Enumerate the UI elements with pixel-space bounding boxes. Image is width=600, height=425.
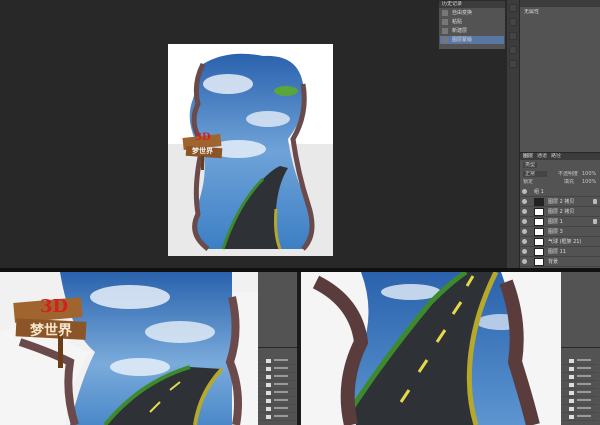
mini-layer-row[interactable] bbox=[260, 398, 295, 405]
layer-row[interactable]: 背景 bbox=[520, 257, 600, 267]
poster-detail-left bbox=[0, 272, 258, 425]
mini-layer-row[interactable] bbox=[260, 406, 295, 413]
layer-row[interactable]: 图层 11 bbox=[520, 247, 600, 257]
history-item-paste[interactable]: 粘贴 bbox=[440, 18, 504, 26]
history-tab[interactable]: 历史记录 bbox=[442, 1, 462, 7]
mini-layer-row[interactable] bbox=[563, 366, 598, 373]
eye-icon[interactable] bbox=[522, 209, 527, 214]
sign-text-3d-detail: 3D bbox=[40, 296, 69, 317]
mini-layer-row[interactable] bbox=[260, 366, 295, 373]
layer-thumbnail bbox=[534, 208, 544, 216]
eye-icon[interactable] bbox=[522, 219, 527, 224]
layer-thumbnail bbox=[534, 228, 544, 236]
eye-icon[interactable] bbox=[522, 199, 527, 204]
fill-value[interactable]: 100% bbox=[582, 179, 596, 185]
layer-kind-filter[interactable]: 类型 bbox=[523, 162, 538, 168]
opacity-value[interactable]: 100% bbox=[582, 171, 596, 177]
history-item-new-layer[interactable]: 新建层 bbox=[440, 27, 504, 35]
history-item-layer-mask[interactable]: 图层蒙版 bbox=[440, 36, 504, 44]
history-panel: 历史记录 自由变换 粘贴 新建层 图层蒙版 bbox=[438, 0, 506, 50]
layer-group-row[interactable]: 组 1 bbox=[520, 187, 600, 197]
history-step-icon bbox=[442, 28, 448, 34]
adjustments-panel-icon[interactable] bbox=[509, 46, 517, 54]
mini-layer-row[interactable] bbox=[260, 374, 295, 381]
sign-text-3d: 3D bbox=[195, 132, 211, 143]
poster-detail-right bbox=[301, 272, 561, 425]
mini-layers-panel bbox=[258, 348, 297, 425]
layer-thumbnail bbox=[534, 258, 544, 266]
layer-thumbnail bbox=[534, 218, 544, 226]
history-step-icon bbox=[442, 37, 448, 43]
mini-layer-row[interactable] bbox=[260, 358, 295, 365]
document-canvas[interactable]: 3D 梦世界 bbox=[168, 44, 333, 256]
layer-thumbnail bbox=[534, 198, 544, 206]
lock-icon bbox=[593, 219, 597, 224]
eye-icon[interactable] bbox=[522, 189, 527, 194]
photoshop-window: 3D 梦世界 历史记录 自由变换 粘贴 新建层 图层蒙版 无属性 图层 通道 路… bbox=[0, 0, 600, 268]
opacity-label: 不透明度 bbox=[558, 171, 579, 177]
properties-panel: 无属性 bbox=[520, 0, 600, 152]
eye-icon[interactable] bbox=[522, 249, 527, 254]
layers-tabbar: 图层 通道 路径 bbox=[520, 153, 600, 160]
mini-layer-row[interactable] bbox=[563, 382, 598, 389]
mini-layer-row[interactable] bbox=[563, 358, 598, 365]
layer-row[interactable]: 图层 2 拷贝 bbox=[520, 197, 600, 207]
properties-title: 无属性 bbox=[524, 9, 540, 15]
blend-mode-select[interactable]: 正常 bbox=[523, 171, 547, 177]
detail-screenshot-left: 3D 梦世界 bbox=[0, 272, 297, 425]
mini-layer-row[interactable] bbox=[563, 414, 598, 421]
panel-icon-strip bbox=[507, 0, 519, 268]
history-step-icon bbox=[442, 19, 448, 25]
layer-list: 组 1 图层 2 拷贝 图层 2 拷贝 图层 1 图层 3 气球 (框架 21)… bbox=[520, 187, 600, 267]
info-panel-icon[interactable] bbox=[509, 60, 517, 68]
mini-layer-row[interactable] bbox=[563, 406, 598, 413]
history-item-free-transform[interactable]: 自由变换 bbox=[440, 9, 504, 17]
mini-layer-row[interactable] bbox=[563, 390, 598, 397]
eye-icon[interactable] bbox=[522, 229, 527, 234]
eye-icon[interactable] bbox=[522, 239, 527, 244]
mini-properties-panel bbox=[561, 272, 600, 347]
layer-thumbnail bbox=[534, 248, 544, 256]
mini-layer-row[interactable] bbox=[563, 398, 598, 405]
layer-row[interactable]: 图层 2 拷贝 bbox=[520, 207, 600, 217]
lock-icon bbox=[593, 199, 597, 204]
mini-layer-row[interactable] bbox=[260, 382, 295, 389]
mini-layer-row[interactable] bbox=[260, 414, 295, 421]
tab-paths[interactable]: 路径 bbox=[551, 153, 561, 159]
brush-panel-icon[interactable] bbox=[509, 32, 517, 40]
lock-label: 锁定 bbox=[523, 179, 534, 185]
detail-screenshot-right bbox=[301, 272, 600, 425]
properties-panel-icon[interactable] bbox=[509, 18, 517, 26]
mini-properties-panel bbox=[258, 272, 297, 347]
layer-row[interactable]: 图层 3 bbox=[520, 227, 600, 237]
sign-text-dream-world: 梦世界 bbox=[192, 146, 213, 155]
layer-thumbnail bbox=[534, 238, 544, 246]
mini-layer-row[interactable] bbox=[563, 374, 598, 381]
history-step-icon bbox=[442, 10, 448, 16]
mini-layers-panel bbox=[561, 348, 600, 425]
layer-row[interactable]: 气球 (框架 21) bbox=[520, 237, 600, 247]
tab-layers[interactable]: 图层 bbox=[523, 153, 533, 159]
history-panel-icon[interactable] bbox=[509, 4, 517, 12]
layer-row[interactable]: 图层 1 bbox=[520, 217, 600, 227]
mini-layer-row[interactable] bbox=[260, 390, 295, 397]
tab-channels[interactable]: 通道 bbox=[537, 153, 547, 159]
fill-label: 填充 bbox=[564, 179, 575, 185]
layers-panel: 图层 通道 路径 类型 正常 不透明度 100% 锁定 填充 100% 组 1 … bbox=[520, 153, 600, 268]
eye-icon[interactable] bbox=[522, 259, 527, 264]
sign-text-dream-world-detail: 梦世界 bbox=[30, 323, 72, 339]
